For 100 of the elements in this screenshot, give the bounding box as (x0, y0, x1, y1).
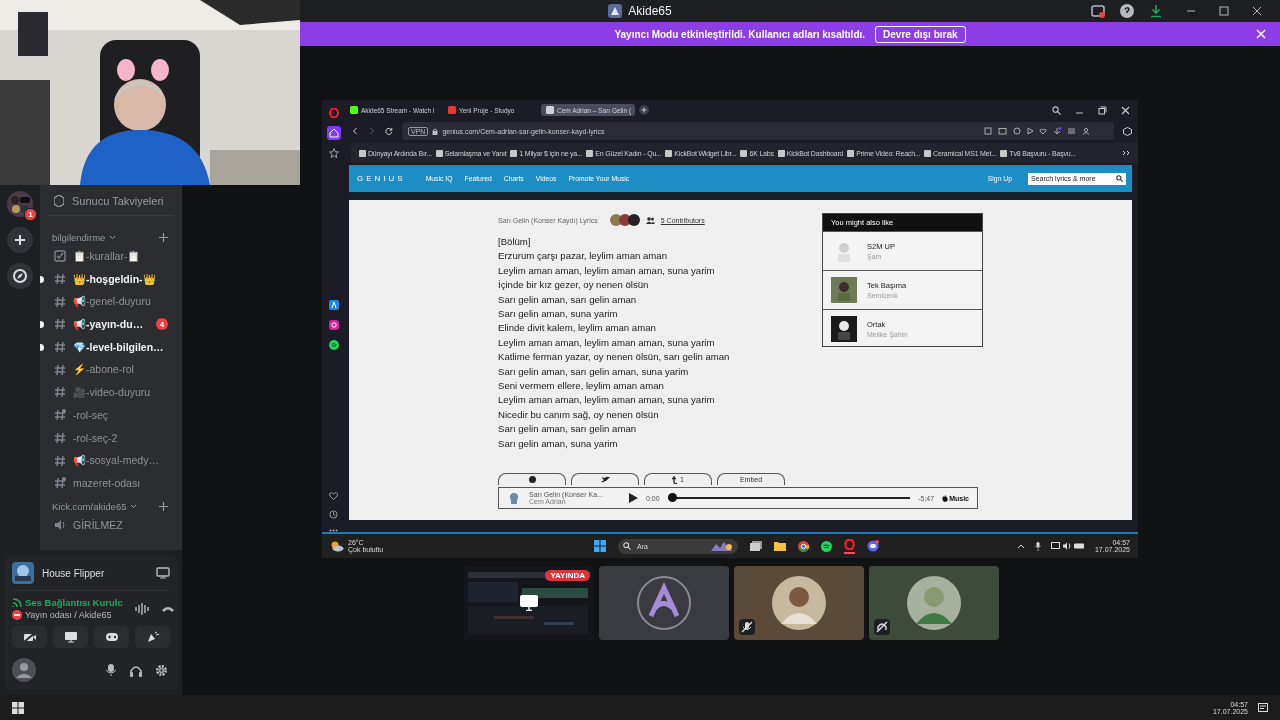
extensions-icon[interactable] (1123, 126, 1132, 136)
album-art (507, 491, 521, 506)
chrome-icon[interactable] (798, 540, 809, 552)
camera-off-button[interactable] (12, 626, 47, 648)
task-view-icon[interactable] (750, 541, 762, 551)
screen-share-icon[interactable] (156, 567, 170, 579)
voice-channel-label[interactable]: Yayın odası / Akide65 (12, 610, 123, 620)
people-icon (645, 216, 655, 224)
music-app-icon[interactable] (821, 540, 832, 552)
channel-item[interactable]: 📋-kurallar-📋 (40, 245, 174, 268)
user-avatar[interactable] (12, 658, 36, 682)
monitor-icon (520, 595, 538, 611)
channel-item[interactable]: 🎥-video-duyuru (40, 381, 174, 404)
activities-button[interactable] (94, 626, 129, 648)
system-tray-icons[interactable] (1050, 542, 1085, 550)
facebook-icon (528, 476, 536, 484)
unread-indicator (40, 275, 44, 283)
disable-button[interactable]: Devre dışı bırak (875, 25, 966, 43)
chevron-down-icon[interactable] (130, 503, 138, 509)
channel-item[interactable]: 📢-yayın-du… 4 (40, 313, 174, 336)
progress-thumb[interactable] (667, 493, 677, 503)
category-header[interactable]: bilgilendirme (52, 232, 106, 243)
screen-share-icon (63, 631, 78, 643)
headphones-icon[interactable] (129, 663, 143, 677)
inbox-icon[interactable] (1091, 4, 1105, 18)
opera-logo-icon[interactable] (328, 108, 339, 118)
voice-connected-status[interactable]: Ses Bağlantısı Kurulc (12, 597, 123, 608)
music-app-icon[interactable] (328, 339, 339, 350)
opera-icon[interactable] (844, 538, 855, 554)
lyric-line: Seni vermem ellere, leylim aman aman (498, 379, 665, 394)
folder-icon[interactable] (774, 541, 786, 551)
back-icon[interactable] (351, 127, 359, 135)
compass-icon[interactable] (7, 263, 33, 289)
soundboard-icon[interactable] (134, 602, 149, 615)
category-header[interactable]: Kick.com/akide65 (52, 500, 127, 512)
channel-item[interactable]: -rol-seç (40, 403, 174, 427)
lyric-line: Sarı gelin aman, suna yarim (498, 436, 619, 451)
download-icon[interactable] (1149, 4, 1163, 18)
site-logo[interactable]: GENIUS (357, 174, 406, 183)
video-tile[interactable]: YAYINDA (464, 566, 594, 640)
favicon-icon (359, 149, 366, 157)
close-icon[interactable] (1121, 105, 1130, 115)
server-icon[interactable] (7, 191, 33, 217)
favicon-icon (665, 149, 673, 157)
play-icon[interactable] (629, 493, 638, 504)
help-icon[interactable] (1120, 4, 1134, 18)
soundboard-button[interactable] (135, 626, 170, 648)
app-store-icon[interactable] (328, 299, 339, 310)
video-tile[interactable] (869, 566, 999, 640)
weather-icon (330, 540, 344, 552)
more-icon[interactable] (329, 529, 338, 532)
favicon-icon (586, 149, 594, 157)
channel-item[interactable]: mazeret-odası (40, 471, 174, 495)
video-tile[interactable] (734, 566, 864, 640)
new-tab-icon[interactable] (639, 105, 649, 115)
user-avatar (637, 576, 691, 630)
banner-text: Yayıncı Modu etkinleştirildi. Kullanıcı adları kısaltıldı. (614, 28, 866, 40)
share-screen-button[interactable] (53, 626, 88, 648)
channel-item[interactable]: 💎-level-bilgilen… (40, 335, 174, 359)
video-tile[interactable] (599, 566, 729, 640)
start-icon[interactable] (594, 540, 606, 552)
channel-item[interactable]: ⚡-abone-rol (40, 358, 174, 382)
hash-icon (54, 431, 66, 444)
reload-icon[interactable] (385, 127, 393, 135)
add-channel-icon[interactable] (159, 233, 168, 242)
maximize-icon[interactable] (1219, 6, 1229, 16)
search-icon (1116, 175, 1123, 182)
channel-item[interactable]: -rol-seç-2 (40, 426, 174, 450)
server-boosts-item[interactable]: Sunucu Takviyeleri (48, 192, 174, 216)
microphone-icon[interactable] (1034, 541, 1041, 551)
user-avatar (907, 576, 961, 630)
star-icon[interactable] (328, 148, 339, 158)
lyric-line: Sarı gelin aman, suna yarim (498, 307, 619, 322)
start-icon[interactable] (12, 701, 24, 714)
chat-app-icon[interactable] (867, 540, 879, 552)
history-icon[interactable] (329, 510, 338, 519)
close-icon[interactable] (1252, 6, 1262, 16)
add-server-icon[interactable] (7, 227, 33, 253)
user-avatar (772, 576, 826, 630)
search-icon[interactable] (1052, 105, 1061, 115)
notifications-icon[interactable] (1258, 702, 1268, 713)
add-channel-icon[interactable] (159, 501, 168, 511)
tray-chevron-icon[interactable] (1016, 543, 1025, 549)
home-icon[interactable] (326, 126, 341, 140)
chevron-down-icon[interactable] (109, 235, 117, 240)
channel-item[interactable]: 📢-genel-duyuru (40, 290, 174, 314)
settings-icon[interactable] (155, 663, 168, 677)
favicon-icon (1000, 149, 1008, 157)
instagram-icon[interactable] (328, 319, 339, 330)
channel-item[interactable]: 👑-hoşgeldin-👑 (40, 267, 174, 291)
share-button[interactable] (498, 473, 566, 486)
heart-icon[interactable] (329, 492, 338, 500)
speaker-icon (54, 518, 66, 531)
restore-icon[interactable] (1098, 105, 1107, 115)
channel-item[interactable]: GİRİLMEZ (40, 513, 174, 537)
hash-icon (54, 477, 66, 490)
share-button[interactable] (571, 473, 639, 486)
chevron-icon[interactable] (1122, 150, 1130, 156)
channel-item[interactable]: 📢-sosyal-medy… (40, 449, 174, 472)
microphone-icon[interactable] (105, 663, 117, 677)
